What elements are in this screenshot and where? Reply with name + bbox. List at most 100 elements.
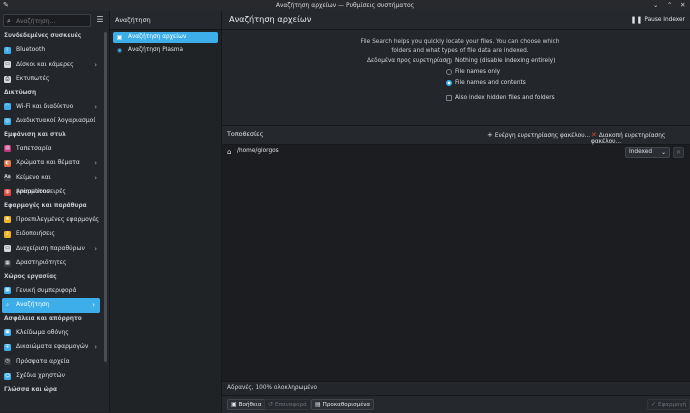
sidebar-item-label: Δικαιώματα εφαρμογών <box>16 343 89 350</box>
pause-icon: ❚❚ <box>630 16 643 24</box>
subcategory-item-label: Αναζήτηση Plasma <box>128 47 184 53</box>
chevron-right-icon: › <box>94 215 97 224</box>
sidebar-item[interactable]: ⛨ Δικαιώματα εφαρμογών › <box>0 340 102 355</box>
maximize-button[interactable]: ⌃ <box>667 2 672 9</box>
sidebar-item[interactable]: ♪ Ειδοποιήσεις <box>0 227 102 242</box>
sidebar-item-label: Ταπετσαρία <box>16 144 52 152</box>
sidebar-item[interactable]: ᛒ Bluetooth <box>0 43 102 58</box>
subcategory-item-label: Αναζήτηση αρχείων <box>128 34 187 40</box>
option-nothing[interactable]: Nothing (disable indexing entirely) <box>446 58 555 64</box>
chevron-right-icon: › <box>92 301 95 309</box>
sidebar-item-label: Πρόσφατα αρχεία <box>16 357 70 365</box>
sidebar-item[interactable]: ▣ Κλείδωμα οθόνης <box>0 326 102 341</box>
radio-nothing[interactable] <box>446 58 452 64</box>
sidebar-item-label: Αναζήτηση <box>16 301 50 308</box>
sidebar-item[interactable]: ◍ Animations <box>0 185 102 200</box>
star-icon: ★ <box>4 216 11 223</box>
radio-file-names-and-contents[interactable] <box>446 80 452 86</box>
remove-location-button[interactable]: ✕ <box>673 147 684 158</box>
sidebar-scrollbar[interactable] <box>103 30 108 410</box>
option-file-names-only[interactable]: File names only <box>446 69 500 75</box>
plus-icon: + <box>487 131 493 139</box>
wifi-icon: ◠ <box>4 103 11 110</box>
sidebar-item[interactable]: ▦ Γενική συμπεριφορά <box>0 284 102 299</box>
menu-icon[interactable]: ☰ <box>95 15 105 25</box>
sidebar-item[interactable]: ★ Προεπιλεγμένες εφαρμογές › <box>0 213 102 228</box>
lock-icon: ▣ <box>4 329 11 336</box>
sidebar-item-label: Διαχείριση παραθύρων <box>16 244 85 252</box>
sidebar-item[interactable]: ◠ Wi-Fi και διαδίκτυο › <box>0 100 102 115</box>
indexer-status: Αδρανές, 100% ολοκληρωμένο <box>227 385 318 391</box>
minimize-button[interactable]: ⌄ <box>653 2 658 9</box>
chevron-right-icon: › <box>94 60 97 69</box>
users-icon: ☺ <box>4 372 11 380</box>
sidebar-section-title: Ασφάλεια και απόρρητο <box>4 315 82 322</box>
sidebar-item-label: Προεπιλεγμένες εφαρμογές <box>16 215 100 223</box>
sidebar-list: Συνδεδεμένες συσκευές ᛒ Bluetooth ▭ Δίσκοι κ… <box>0 30 102 397</box>
chevron-right-icon: › <box>94 343 97 351</box>
indexing-state-select[interactable]: Indexed ⌄ <box>625 147 670 158</box>
help-button[interactable]: ▣ Βοήθεια <box>227 399 266 410</box>
scrollbar-thumb[interactable] <box>104 32 107 362</box>
location-row: ⌂ /home/giorgos Indexed ⌄ ✕ <box>222 144 690 160</box>
printer-icon: ⎙ <box>4 75 11 83</box>
sidebar-item[interactable]: ◷ Πρόσφατα αρχεία <box>0 355 102 370</box>
defaults-button[interactable]: ▤ Προκαθορισμένα <box>311 399 375 410</box>
cross-icon: ✕ <box>591 131 597 139</box>
sidebar-item[interactable]: ⎙ Εκτυπωτές <box>0 72 102 87</box>
subcategory-item-plasma-search[interactable]: ◉ Αναζήτηση Plasma <box>113 45 218 56</box>
radio-file-names-only[interactable] <box>446 69 452 75</box>
wallpaper-icon: ▨ <box>4 145 11 152</box>
file-search-icon: ▣ <box>116 34 123 41</box>
enable-indexing-folder-button[interactable]: + Ενέργη ευρετηρίασης φακέλου... <box>487 131 590 139</box>
search-icon: ⌕ <box>7 16 11 25</box>
sidebar-item[interactable]: ◎ Διαδικτυακοί λογαριασμοί <box>0 114 102 129</box>
close-button[interactable]: ✕ <box>680 2 685 9</box>
option-file-names-and-contents[interactable]: File names and contents <box>446 80 526 86</box>
home-folder-icon: ⌂ <box>227 148 232 156</box>
defaults-icon: ▤ <box>315 401 321 408</box>
bluetooth-icon: ᛒ <box>4 46 11 54</box>
bell-icon: ♪ <box>4 230 11 238</box>
sidebar-item-label: Δίσκοι και κάμερες <box>16 60 74 68</box>
status-bar: Αδρανές, 100% ολοκληρωμένο <box>222 381 690 396</box>
colors-icon: ◐ <box>4 159 11 167</box>
sidebar-item[interactable]: ▦ Δραστηριότητες <box>0 256 102 271</box>
reset-button[interactable]: ↺ Επαναφορά <box>264 399 311 410</box>
recent-icon: ◷ <box>4 358 11 365</box>
sidebar-item[interactable]: ⌕ Αναζήτηση › <box>2 298 100 313</box>
page-title: Αναζήτηση αρχείων <box>229 14 312 24</box>
search-input[interactable] <box>16 16 88 26</box>
sidebar-item-label: Κλείδωμα οθόνης <box>16 328 69 336</box>
locations-header: Τοποθεσίες + Ενέργη ευρετηρίασης φακέλου.… <box>222 125 690 145</box>
sidebar-item[interactable]: Aa Κείμενο και γραμματοσειρές › <box>0 171 102 195</box>
drive-icon: ▭ <box>4 61 11 68</box>
sidebar-item[interactable]: ▭ Δίσκοι και κάμερες › <box>0 58 102 73</box>
sidebar-item[interactable]: ▭ Διαχείριση παραθύρων › <box>0 242 102 257</box>
disable-indexing-folder-button[interactable]: ✕ Διακοπή ευρετηρίασης φακέλου... <box>591 131 690 145</box>
sidebar-item[interactable]: ☺ Σχέδια χρηστών <box>0 369 102 384</box>
sidebar-section-title: Δικτύωση <box>4 89 37 96</box>
checkbox-index-hidden[interactable] <box>446 95 452 101</box>
help-icon: ▣ <box>231 401 237 408</box>
sidebar-item-label: Ειδοποιήσεις <box>16 230 55 237</box>
online-accounts-icon: ◎ <box>4 117 11 125</box>
sidebar-item-label: Δραστηριότητες <box>16 259 67 266</box>
subcategory-panel: Αναζήτηση ▣ Αναζήτηση αρχείων ◉ Αναζήτησ… <box>110 11 222 412</box>
window-icon: ▭ <box>4 245 11 252</box>
sidebar-item-label: Διαδικτυακοί λογαριασμοί <box>16 117 96 124</box>
option-index-hidden[interactable]: Also index hidden files and folders <box>446 95 555 101</box>
apply-button[interactable]: ✓ Εφαρμογή <box>647 399 690 410</box>
subcategory-item-file-search[interactable]: ▣ Αναζήτηση αρχείων <box>113 32 218 43</box>
sidebar-item[interactable]: ▨ Ταπετσαρία <box>0 142 102 157</box>
location-path: /home/giorgos <box>237 148 279 154</box>
main-panel: Αναζήτηση αρχείων ❚❚ Pause Indexer File S… <box>222 11 690 413</box>
sidebar-item[interactable]: ◐ Χρώματα και θέματα › <box>0 156 102 171</box>
sidebar-section-title: Εφαρμογές και παράθυρα <box>4 202 87 209</box>
locations-title: Τοποθεσίες <box>227 130 264 138</box>
pause-indexer-button[interactable]: ❚❚ Pause Indexer <box>631 16 685 24</box>
subcategory-header: Αναζήτηση <box>110 11 221 30</box>
search-box[interactable]: ⌕ <box>3 14 91 27</box>
sidebar-item-label: Σχέδια χρηστών <box>16 372 65 379</box>
activities-icon: ▦ <box>4 259 11 267</box>
